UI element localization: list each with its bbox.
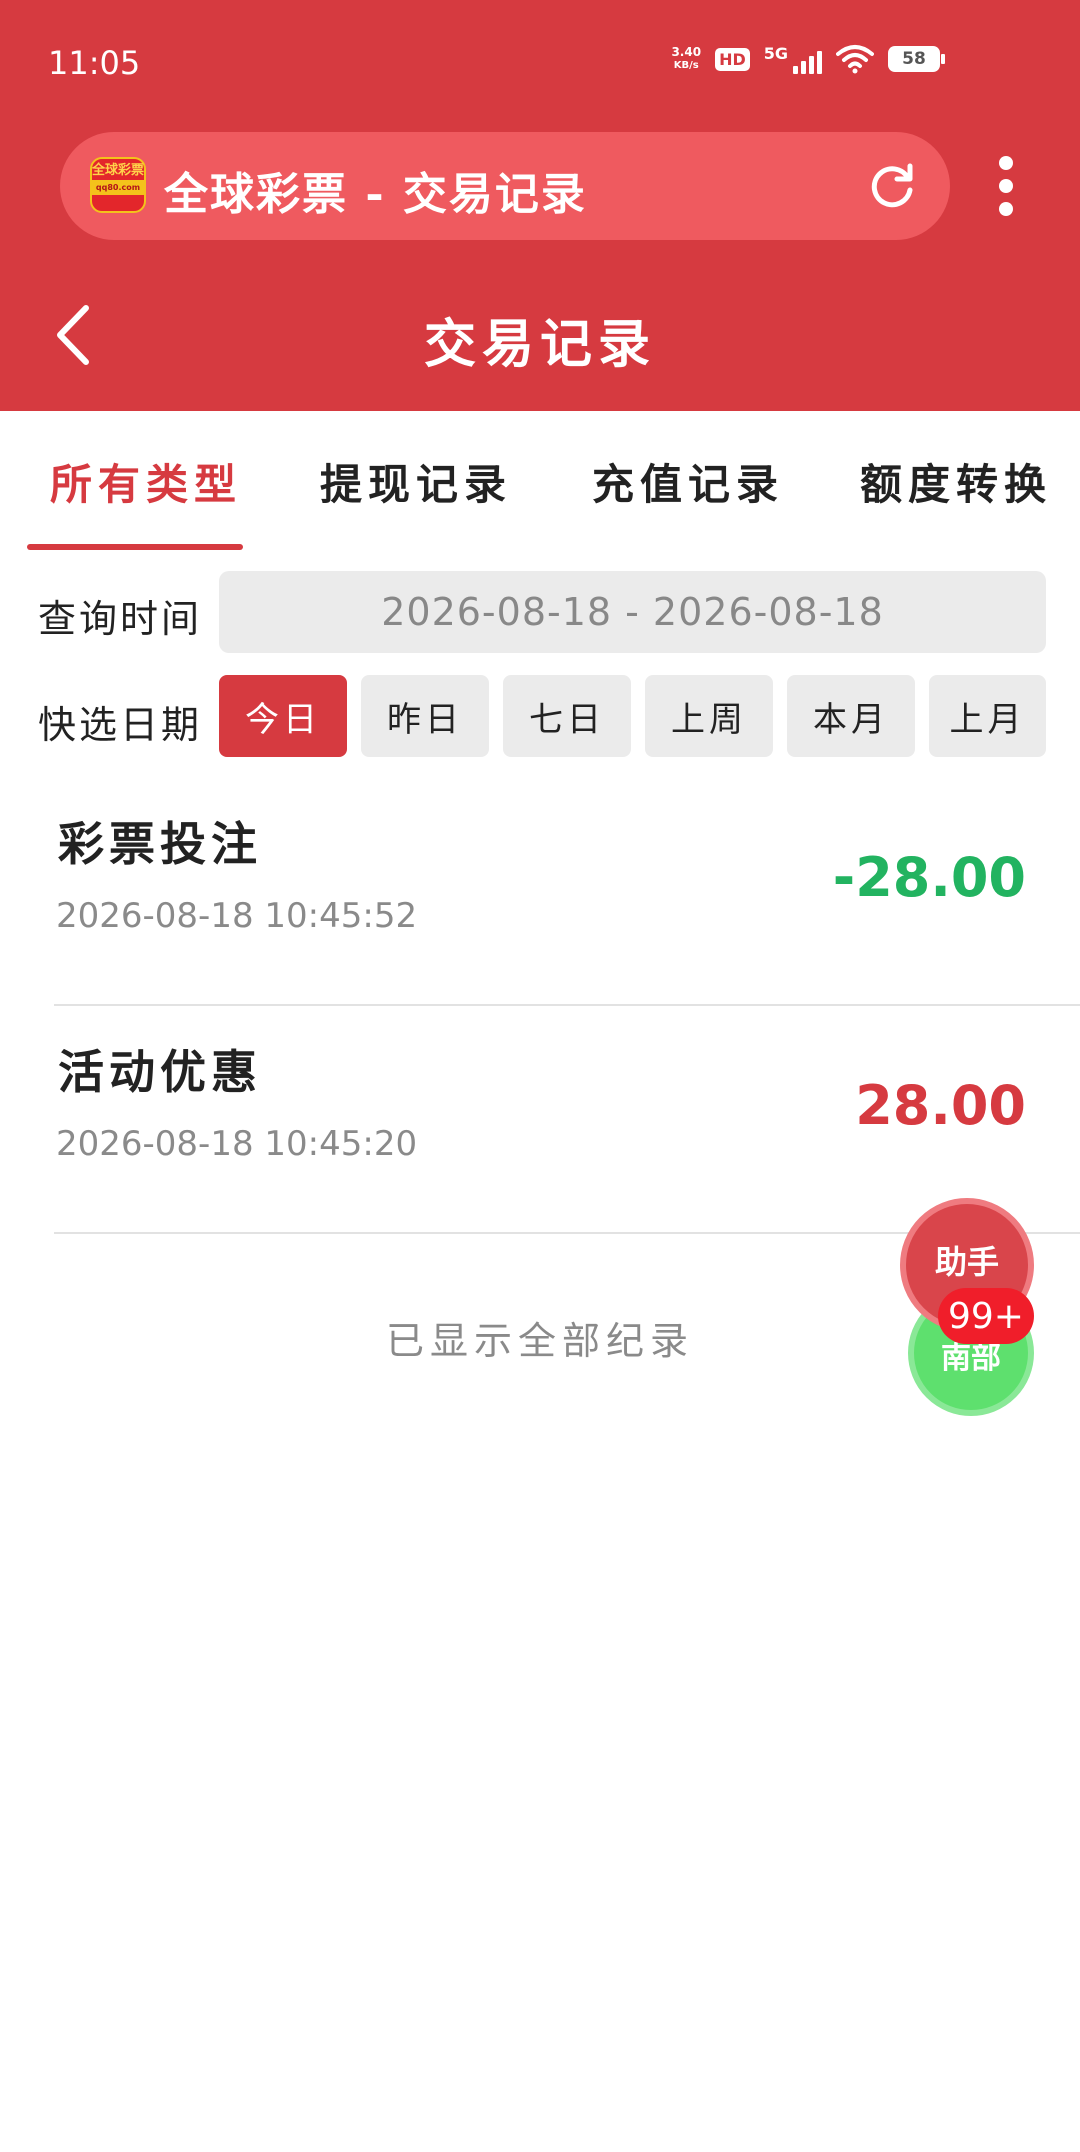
list-item[interactable]: 彩票投注 2026-08-18 10:45:52 -28.00 [54,778,1080,1006]
quick-date-this-month[interactable]: 本月 [787,675,915,757]
record-title: 彩票投注 [58,817,262,871]
url-title: 全球彩票 - 交易记录 [164,169,587,220]
reload-icon[interactable] [864,158,920,214]
status-icons: 3.40 KB/s HD 5G 58 [671,44,945,74]
network-speed-unit: KB/s [673,60,699,71]
battery-level: 58 [902,49,926,69]
signal-icon: 5G [764,44,822,74]
network-speed-value: 3.40 [671,45,702,59]
record-amount: -28.00 [832,846,1026,909]
wifi-icon [836,45,874,74]
tab-deposit-records[interactable]: 充值记录 [592,451,784,512]
quick-date-seven-days[interactable]: 七日 [503,675,631,757]
record-title: 活动优惠 [58,1045,262,1099]
tab-bar: 所有类型 提现记录 充值记录 额度转换 [0,411,1080,551]
status-time: 11:05 [48,44,141,82]
record-amount: 28.00 [855,1074,1026,1137]
quick-date-label: 快选日期 [38,703,203,747]
list-item[interactable]: 活动优惠 2026-08-18 10:45:20 28.00 [54,1006,1080,1234]
url-bar[interactable]: 全球彩票 qq80.com 全球彩票 - 交易记录 [60,132,950,240]
battery-icon: 58 [888,46,945,72]
record-time: 2026-08-18 10:45:20 [56,1124,418,1164]
date-range-picker[interactable]: 2026-08-18 - 2026-08-18 [219,571,1046,653]
assistant-float-label: 助手 [934,1243,999,1281]
tab-withdraw-records[interactable]: 提现记录 [320,451,512,512]
notification-badge: 99+ [938,1288,1034,1344]
record-time: 2026-08-18 10:45:52 [56,896,418,936]
app-logo-text: 全球彩票 [92,163,145,178]
tab-credit-transfer[interactable]: 额度转换 [860,451,1052,512]
tab-active-indicator [27,544,243,550]
network-type: 5G [763,44,788,63]
app-logo-domain: qq80.com [92,180,144,195]
tab-all-types[interactable]: 所有类型 [50,451,242,512]
quick-date-today[interactable]: 今日 [219,675,347,757]
app-logo: 全球彩票 qq80.com [90,157,146,213]
network-speed: 3.40 KB/s [671,46,701,72]
quick-date-yesterday[interactable]: 昨日 [361,675,489,757]
hd-icon: HD [715,47,750,71]
page-title: 交易记录 [423,314,656,375]
quick-date-last-week[interactable]: 上周 [645,675,773,757]
quick-date-last-month[interactable]: 上月 [929,675,1046,757]
more-menu-icon[interactable] [994,156,1018,216]
query-time-label: 查询时间 [38,597,203,641]
